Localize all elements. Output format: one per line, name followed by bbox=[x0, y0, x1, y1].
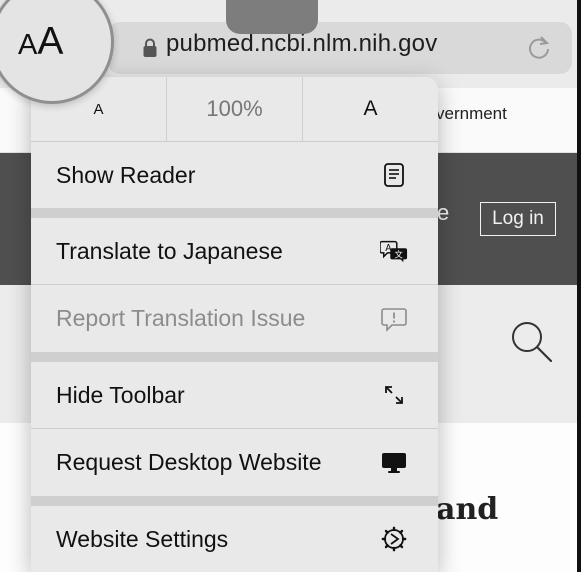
screen-edge bbox=[577, 0, 581, 572]
page-format-menu: A 100% A Show Reader Translate to Japane… bbox=[31, 77, 438, 572]
reader-icon bbox=[380, 161, 408, 189]
lock-icon bbox=[143, 38, 157, 57]
search-icon[interactable] bbox=[508, 318, 554, 364]
menu-item-label: Report Translation Issue bbox=[56, 305, 306, 331]
increase-text-size-button[interactable]: A bbox=[303, 77, 438, 141]
site-header-text: e bbox=[437, 200, 450, 225]
article-title-fragment: and bbox=[436, 492, 499, 527]
menu-item-label: Translate to Japanese bbox=[56, 237, 283, 264]
menu-item-label: Hide Toolbar bbox=[56, 381, 185, 408]
hide-toolbar-icon bbox=[380, 381, 408, 409]
login-button[interactable]: Log in bbox=[480, 202, 556, 236]
page-format-button[interactable]: AA bbox=[18, 22, 63, 61]
request-desktop-website-item[interactable]: Request Desktop Website bbox=[31, 429, 438, 496]
gov-banner-text: vernment bbox=[436, 104, 507, 123]
zoom-level[interactable]: 100% bbox=[167, 77, 303, 141]
translate-item[interactable]: Translate to Japanese A 文 bbox=[31, 218, 438, 284]
reload-icon[interactable] bbox=[526, 34, 552, 60]
menu-item-label: Website Settings bbox=[56, 525, 229, 552]
menu-section-divider bbox=[31, 496, 438, 506]
menu-item-label: Request Desktop Website bbox=[56, 449, 322, 475]
show-reader-item[interactable]: Show Reader bbox=[31, 142, 438, 208]
desktop-icon bbox=[380, 449, 408, 477]
url-text[interactable]: pubmed.ncbi.nlm.nih.gov bbox=[166, 30, 437, 58]
menu-section-divider bbox=[31, 352, 438, 362]
report-issue-icon bbox=[380, 305, 408, 333]
format-button-large-a: A bbox=[37, 20, 64, 63]
device-notch bbox=[226, 0, 318, 34]
menu-section-divider bbox=[31, 208, 438, 218]
settings-icon bbox=[380, 525, 408, 553]
report-translation-issue-item[interactable]: Report Translation Issue bbox=[31, 285, 438, 352]
format-button-small-a: A bbox=[18, 29, 38, 61]
hide-toolbar-item[interactable]: Hide Toolbar bbox=[31, 362, 438, 428]
menu-item-label: Show Reader bbox=[56, 161, 196, 188]
translate-icon: A 文 bbox=[380, 237, 408, 265]
website-settings-item[interactable]: Website Settings bbox=[31, 506, 438, 572]
svg-text:文: 文 bbox=[394, 250, 403, 260]
